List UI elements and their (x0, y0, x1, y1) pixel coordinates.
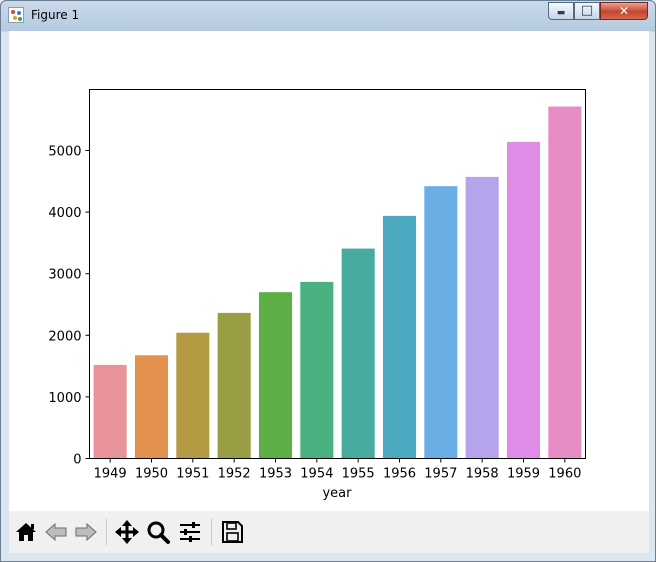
bar (300, 281, 334, 459)
pan-move-icon (115, 520, 139, 544)
x-tick-label: 1951 (176, 467, 209, 482)
app-icon (8, 7, 24, 23)
bar-chart: 1949 1950 1951 1952 1953 1954 1955 1956 1957 1958… (48, 89, 586, 501)
maximize-button[interactable]: □ (574, 2, 600, 20)
maximize-icon: □ (580, 3, 594, 18)
x-tick-label: 1959 (507, 467, 540, 482)
bar (424, 186, 458, 459)
back-button[interactable] (42, 518, 70, 546)
home-button[interactable] (12, 518, 40, 546)
x-tick-label: 1950 (135, 467, 168, 482)
bar (217, 312, 251, 459)
x-axis-label: year (322, 486, 352, 501)
bar (93, 364, 127, 459)
x-tick-label: 1960 (548, 467, 581, 482)
sliders-icon (180, 522, 200, 542)
forward-arrow-icon (75, 522, 97, 542)
x-tick-label: 1954 (300, 467, 333, 482)
x-tick-label: 1958 (466, 467, 499, 482)
pan-button[interactable] (113, 518, 141, 546)
y-tick-label: 2000 (48, 329, 81, 344)
x-tick-label: 1952 (218, 467, 251, 482)
y-tick-label: 0 (73, 453, 81, 468)
navigation-toolbar (9, 511, 649, 553)
bar (506, 141, 541, 459)
y-tick-label: 5000 (48, 145, 81, 160)
forward-button[interactable] (72, 518, 100, 546)
minimize-button[interactable]: ▬ (548, 2, 574, 20)
y-tick-label: 3000 (48, 268, 81, 283)
save-button[interactable] (218, 518, 246, 546)
title-bar[interactable]: Figure 1 ▬ □ ✕ (1, 1, 655, 31)
close-icon: ✕ (618, 4, 630, 18)
subplots-button[interactable] (176, 518, 204, 546)
zoom-magnifier-icon (147, 521, 170, 544)
bar (382, 215, 417, 459)
x-ticks-group: 1949 1950 1951 1952 1953 1954 1955 1956 1957 1958… (94, 458, 581, 482)
x-tick-label: 1949 (94, 467, 127, 482)
toolbar-separator (106, 519, 107, 545)
figure-canvas[interactable]: 1949 1950 1951 1952 1953 1954 1955 1956 1957 1958… (9, 31, 649, 511)
bar (258, 292, 293, 459)
x-tick-label: 1955 (342, 467, 375, 482)
figure-window: Figure 1 ▬ □ ✕ 1949 1950 1951 1952 1953 1954 1… (0, 0, 656, 562)
bar (134, 355, 169, 459)
y-tick-label: 4000 (48, 206, 81, 221)
bars-group (93, 106, 582, 459)
bar (465, 176, 499, 459)
bar (548, 106, 582, 459)
x-tick-label: 1953 (259, 467, 292, 482)
bar (341, 248, 375, 459)
home-icon (16, 523, 36, 541)
y-ticks-group: 0 1000 2000 3000 4000 5000 (48, 145, 90, 468)
bar (176, 332, 210, 459)
minimize-icon: ▬ (556, 8, 566, 18)
floppy-disk-icon (222, 521, 243, 543)
window-title: Figure 1 (31, 8, 80, 22)
y-tick-label: 1000 (48, 391, 81, 406)
close-button[interactable]: ✕ (600, 2, 648, 20)
zoom-button[interactable] (144, 518, 172, 546)
toolbar-separator (211, 519, 212, 545)
x-tick-label: 1956 (383, 467, 416, 482)
back-arrow-icon (45, 522, 67, 542)
x-tick-label: 1957 (424, 467, 457, 482)
